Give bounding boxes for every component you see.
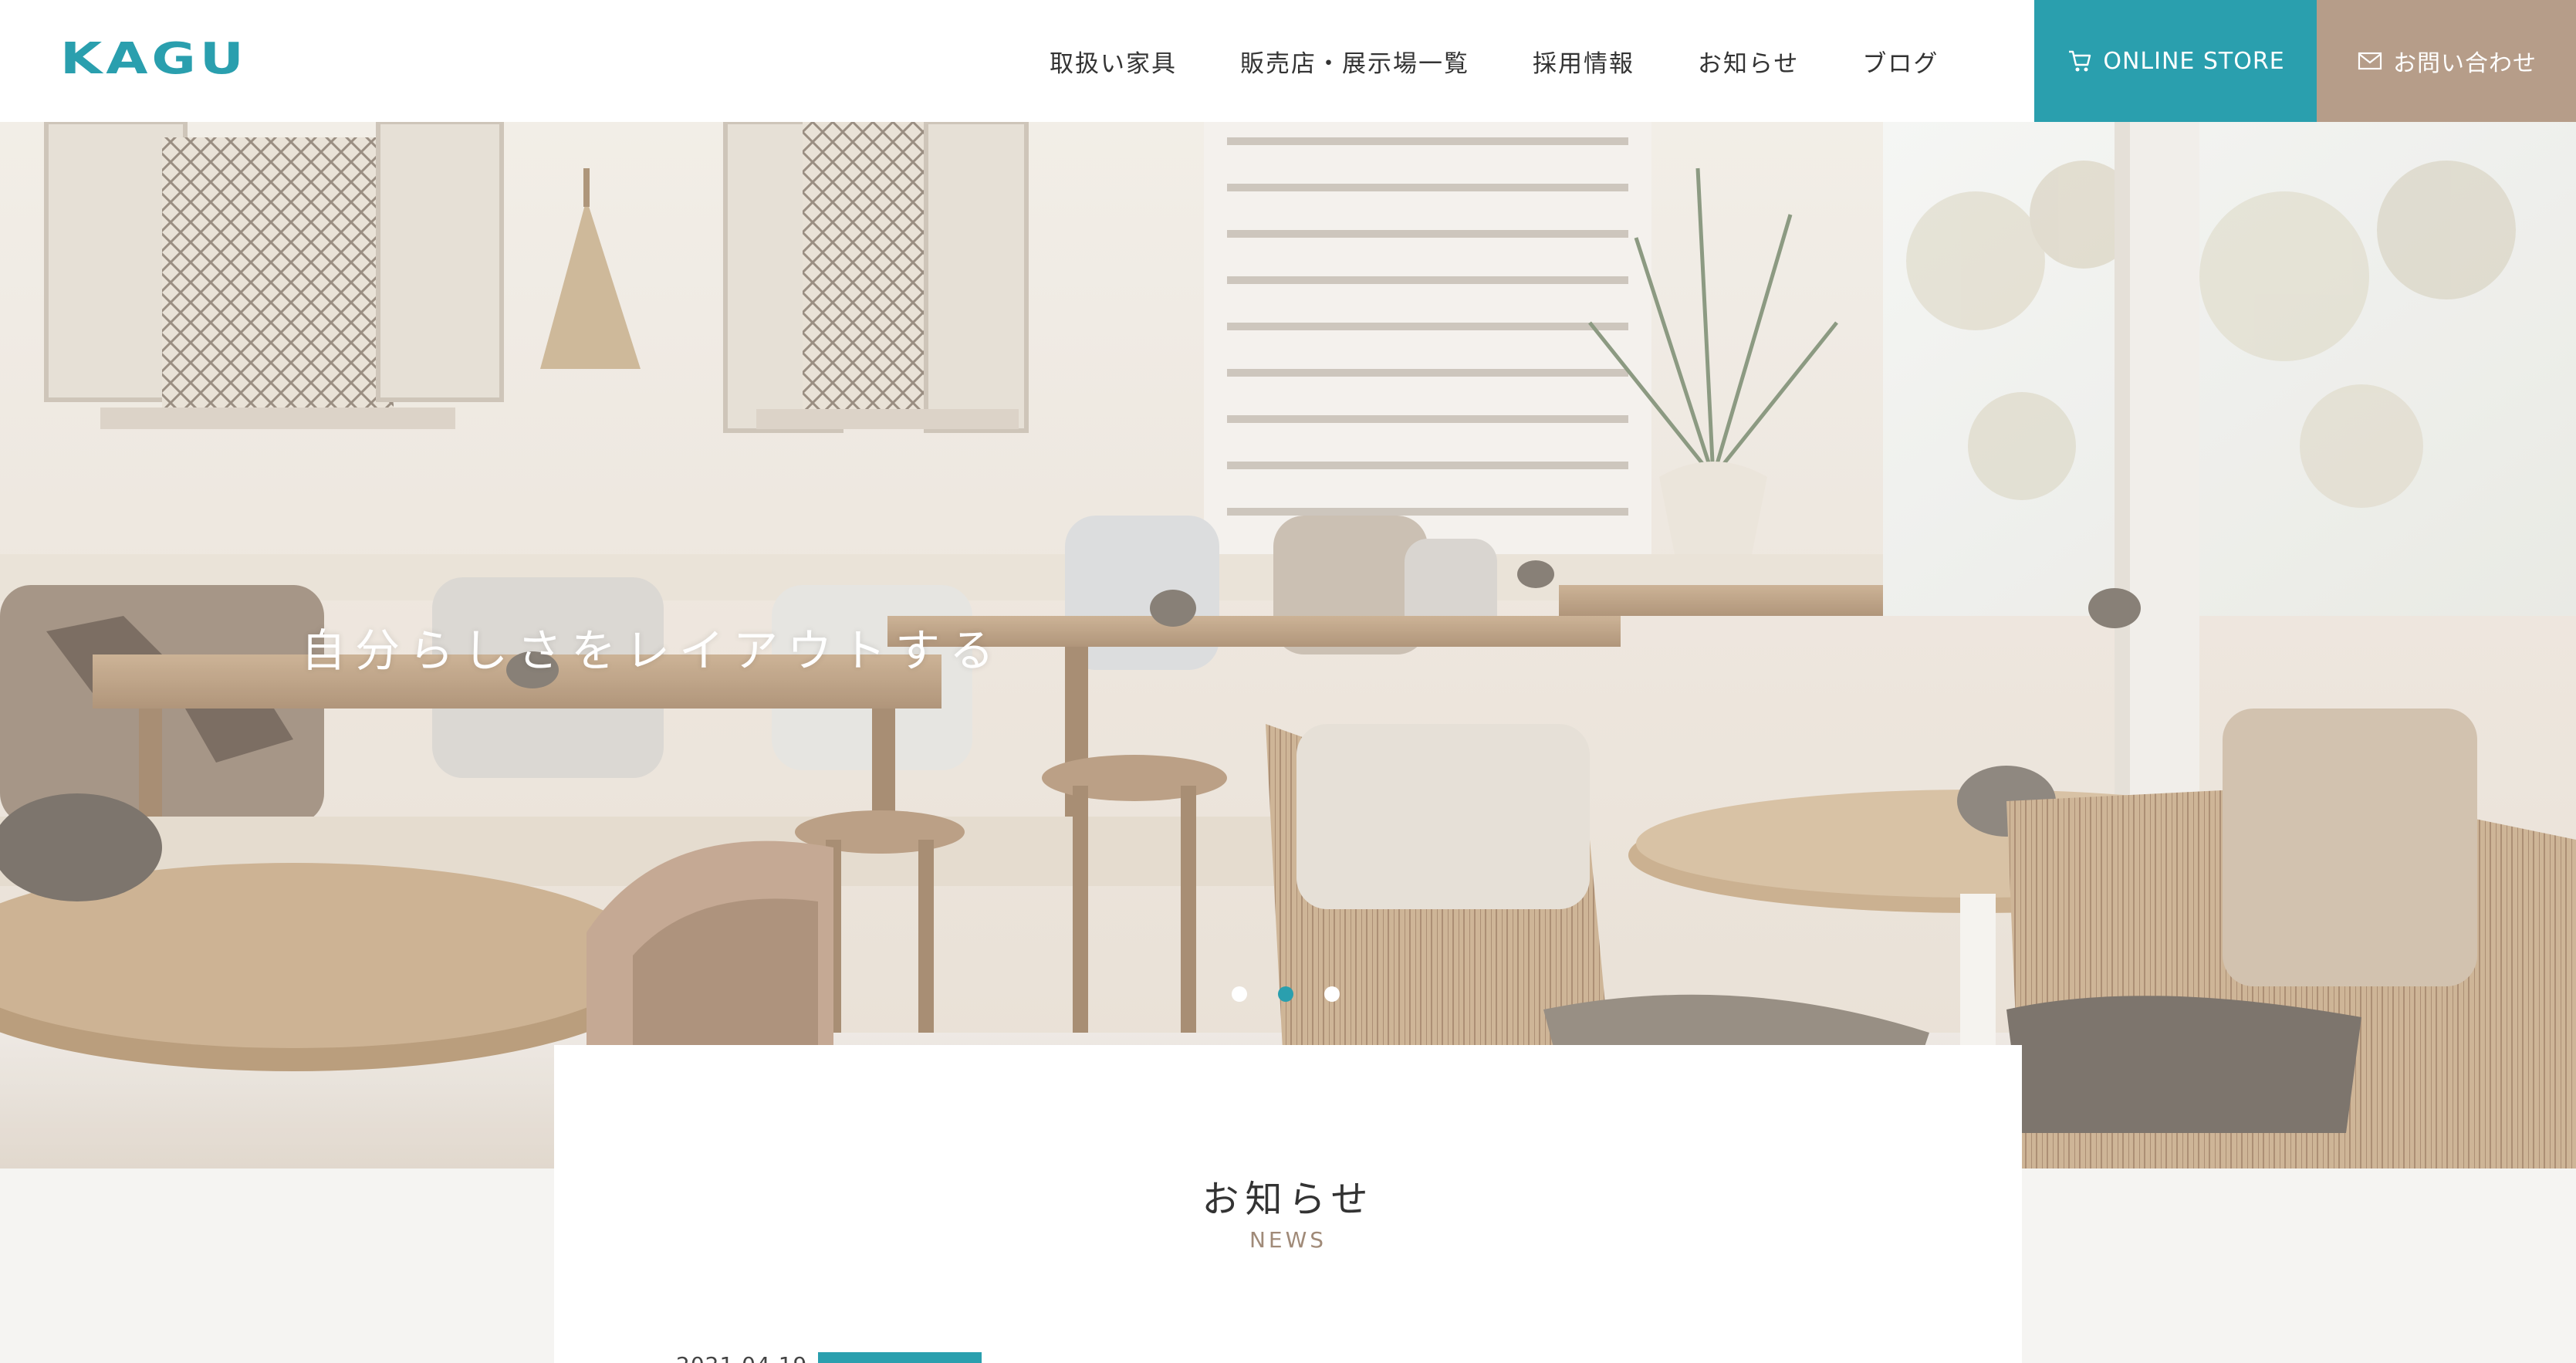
news-title: お知らせ — [1202, 1178, 1374, 1221]
hero-tagline: 自分らしさをレイアウトする — [301, 624, 1004, 677]
news-subtitle: NEWS — [1249, 1227, 1327, 1253]
contact-button[interactable]: お問い合わせ — [2317, 0, 2576, 122]
nav-item-blog[interactable]: ブログ — [1862, 44, 1939, 79]
slider-dots — [1232, 986, 1340, 1002]
online-store-button[interactable]: ONLINE STORE — [2034, 0, 2317, 122]
news-section: お知らせ NEWS 2021.04.19 — [554, 1045, 2022, 1363]
slider-dot-2[interactable] — [1278, 986, 1293, 1002]
main-nav: 取扱い家具 販売店・展示場一覧 採用情報 お知らせ ブログ — [1050, 0, 1939, 122]
nav-item-news[interactable]: お知らせ — [1698, 44, 1799, 79]
online-store-label: ONLINE STORE — [2103, 47, 2285, 75]
nav-item-recruit[interactable]: 採用情報 — [1533, 44, 1635, 79]
mail-icon — [2356, 47, 2384, 75]
site-header: KAGU 取扱い家具 販売店・展示場一覧 採用情報 お知らせ ブログ ONLIN… — [0, 0, 2576, 122]
hero-slider: 自分らしさをレイアウトする — [0, 122, 2576, 1169]
nav-item-furniture[interactable]: 取扱い家具 — [1050, 44, 1177, 79]
news-item-category-badge[interactable] — [818, 1352, 982, 1363]
slider-dot-1[interactable] — [1232, 986, 1247, 1002]
contact-label: お問い合わせ — [2393, 50, 2537, 77]
logo-text: KAGU — [60, 34, 248, 84]
slider-dot-3[interactable] — [1324, 986, 1340, 1002]
news-item-date: 2021.04.19 — [676, 1352, 807, 1363]
cart-icon — [2066, 47, 2094, 75]
nav-item-stores[interactable]: 販売店・展示場一覧 — [1240, 44, 1469, 79]
logo[interactable]: KAGU — [60, 38, 244, 81]
